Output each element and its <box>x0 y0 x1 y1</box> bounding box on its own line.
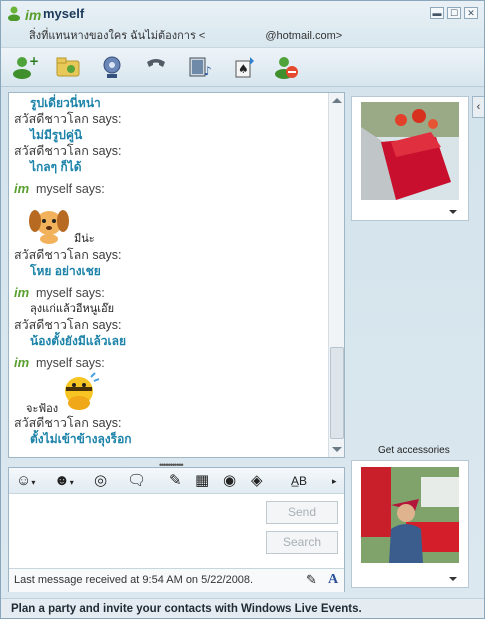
message-text: ลุงแก่แล้วอีหนูเอ๊ย <box>30 303 115 315</box>
wink-menu-icon[interactable]: ☻▾ <box>54 472 74 490</box>
svg-text:♠: ♠ <box>238 62 249 76</box>
message-compose-area: ☺▾ ☻▾ ◎ 🗨 ✎ ▦ ◉ ◈ A̲B ▸ Send Search Last… <box>8 467 345 592</box>
sender-label-self: im myself says: <box>14 181 329 197</box>
contact-display-picture[interactable] <box>351 96 469 221</box>
get-accessories-link[interactable]: Get accessories <box>378 445 450 456</box>
picture-menu-arrow-icon[interactable] <box>449 210 457 214</box>
im-logo-small: im <box>14 285 30 300</box>
picture-menu-arrow-icon[interactable] <box>449 577 457 581</box>
sender-label-self: im myself says: <box>14 285 329 301</box>
last-message-status: Last message received at 9:54 AM on 5/22… <box>14 574 254 586</box>
sender-label: สวัสดีชาวโลก says: <box>14 248 122 262</box>
sender-name: myself says: <box>36 182 105 196</box>
webcam-icon[interactable] <box>98 54 126 80</box>
svg-text:+: + <box>29 54 39 68</box>
ad-footer: Plan a party and invite your contacts wi… <box>1 598 484 618</box>
emoticon-caption: มีน่ะ <box>74 233 95 245</box>
im-logo-small: im <box>14 355 30 370</box>
subtitle-prefix: สิ่งที่แทนหางของใคร ฉันไม่ต้องการ < <box>29 30 206 42</box>
window-controls: ▬ ☐ ✕ <box>430 7 478 19</box>
scroll-thumb[interactable] <box>330 347 344 439</box>
im-logo-small: im <box>14 181 30 196</box>
sender-label: สวัสดีชาวโลก says: <box>14 416 122 430</box>
message-text: ไม่มีรูปคู่นิ <box>30 128 83 142</box>
conversation-window: im myself สิ่งที่แทนหางของใคร ฉันไม่ต้อง… <box>0 0 485 619</box>
emoticon-message: มีน่ะ <box>14 197 329 247</box>
conversation-scrollbar[interactable] <box>328 93 344 457</box>
share-folder-icon[interactable] <box>54 54 82 80</box>
message-text: โหย อย่างเชย <box>30 264 101 278</box>
window-title: myself <box>43 6 85 21</box>
send-button[interactable]: Send <box>266 501 338 524</box>
collapse-panel-icon[interactable]: ‹ <box>472 96 484 118</box>
nudge-icon[interactable]: ◎ <box>94 472 107 490</box>
messenger-buddy-icon <box>8 6 20 21</box>
sender-label: สวัสดีชาวโลก says: <box>14 112 122 126</box>
scroll-up-arrow-icon[interactable] <box>332 98 342 103</box>
sender-label: สวัสดีชาวโลก says: <box>14 318 122 332</box>
contact-photo <box>361 102 459 200</box>
conversation-history[interactable]: รูปเดี่ยวนี่หน่า สวัสดีชาวโลก says: ไม่ม… <box>8 92 345 458</box>
close-button[interactable]: ✕ <box>464 7 478 19</box>
shared-item-icon[interactable]: ◈ <box>251 472 263 490</box>
scroll-down-arrow-icon[interactable] <box>332 447 342 452</box>
video-icon[interactable]: ♪ <box>186 54 214 80</box>
call-icon[interactable] <box>142 54 170 80</box>
toolbar: + ♪ ♠ <box>1 47 484 87</box>
subtitle-suffix: @hotmail.com> <box>265 30 343 42</box>
voice-clip-icon[interactable]: 🗨 <box>127 472 146 490</box>
puppy-emoticon <box>29 210 69 244</box>
status-bar: Last message received at 9:54 AM on 5/22… <box>9 568 344 592</box>
contact-subtitle: สิ่งที่แทนหางของใคร ฉันไม่ต้องการ < @hotm… <box>29 26 342 44</box>
more-options-icon[interactable]: ▸ <box>332 472 337 490</box>
block-icon[interactable] <box>273 54 301 80</box>
backgrounds-icon[interactable]: ▦ <box>195 472 209 490</box>
svg-text:♪: ♪ <box>204 64 212 78</box>
sender-name: myself says: <box>36 356 105 370</box>
footer-promo-link[interactable]: Plan a party and invite your contacts wi… <box>11 603 362 615</box>
games-icon[interactable]: ♠ <box>230 54 258 80</box>
search-button[interactable]: Search <box>266 531 338 554</box>
ink-icon[interactable]: ✎ <box>169 472 182 490</box>
emoticon-message: จะฟ้อง <box>14 371 329 415</box>
font-button[interactable]: A <box>328 572 338 588</box>
formatting-toolbar: ☺▾ ☻▾ ◎ 🗨 ✎ ▦ ◉ ◈ A̲B ▸ <box>9 468 344 494</box>
emoticon-menu-icon[interactable]: ☺▾ <box>16 472 35 490</box>
sender-name: myself says: <box>36 286 105 300</box>
my-photo <box>361 467 459 563</box>
emoticon-caption: จะฟ้อง <box>26 403 59 415</box>
bee-emoticon <box>65 372 100 410</box>
message-text: น้องตั้งยังมีแล้วเลย <box>30 334 127 348</box>
sender-label: สวัสดีชาวโลก says: <box>14 144 122 158</box>
message-text: รูปเดี่ยวนี่หน่า <box>30 96 101 110</box>
sender-label-self: im myself says: <box>14 355 329 371</box>
message-text: ตั้งไม่เข้าข้างลุงร็อก <box>30 432 132 446</box>
my-display-picture[interactable] <box>351 460 469 588</box>
conversation-content: รูปเดี่ยวนี่หน่า สวัสดีชาวโลก says: ไม่ม… <box>14 95 329 447</box>
font-style-icon[interactable]: A̲B <box>291 472 307 490</box>
sound-icon[interactable]: ◉ <box>223 472 236 490</box>
invite-contact-icon[interactable]: + <box>11 54 39 80</box>
im-logo: im <box>25 7 42 23</box>
message-text: ไกลๆ ก็ได้ <box>30 160 82 174</box>
title-bar: im myself สิ่งที่แทนหางของใคร ฉันไม่ต้อง… <box>1 1 484 43</box>
handwriting-icon[interactable]: ✎ <box>306 572 317 588</box>
maximize-button[interactable]: ☐ <box>447 7 461 19</box>
minimize-button[interactable]: ▬ <box>430 7 444 19</box>
